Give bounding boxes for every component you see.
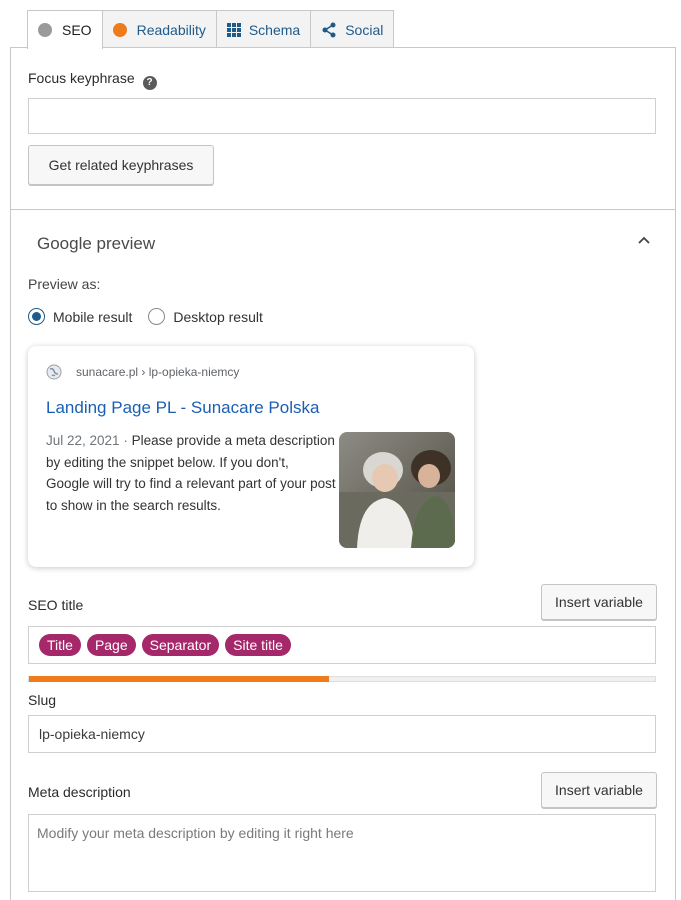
preview-mode-radio-group: Mobile result Desktop result [28,308,263,325]
tab-seo[interactable]: SEO [27,10,103,49]
slug-label: Slug [28,692,57,708]
mobile-result-radio[interactable] [28,308,45,325]
chevron-up-icon[interactable] [637,234,651,248]
schema-grid-icon [226,22,241,37]
snippet-date: Jul 22, 2021 [46,433,120,448]
meta-description-label: Meta description [28,784,131,800]
seo-panel: Focus keyphrase? Get related keyphrases … [10,47,676,900]
tab-readability[interactable]: Readability [101,10,217,48]
mobile-result-label[interactable]: Mobile result [53,309,132,325]
tab-seo-label: SEO [62,22,92,38]
seo-title-length-progress [28,676,656,682]
variable-pill[interactable]: Site title [225,634,291,656]
orange-dot-icon [112,22,127,37]
tab-social[interactable]: Social [310,10,395,48]
seo-title-insert-variable-button[interactable]: Insert variable [541,584,657,620]
desktop-result-radio[interactable] [148,308,166,325]
metabox-tabs: SEO Readability Schema Social [27,10,395,49]
snippet-description-block: Jul 22, 2021 · Please provide a meta des… [46,430,336,516]
seo-title-progress-fill [29,676,330,682]
gray-dot-icon [38,23,52,37]
globe-icon [46,364,62,380]
focus-keyphrase-input[interactable] [28,98,656,134]
tab-readability-label: Readability [136,21,206,38]
focus-keyphrase-label: Focus keyphrase [28,70,135,86]
focus-keyphrase-label-row: Focus keyphrase? [28,70,157,90]
meta-insert-variable-button[interactable]: Insert variable [541,772,657,808]
tab-social-label: Social [345,21,384,38]
variable-pill[interactable]: Title [39,634,81,656]
share-icon [321,22,337,38]
preview-as-label: Preview as: [28,276,101,292]
snippet-date-separator: · [119,433,132,448]
variable-pill[interactable]: Page [86,634,136,656]
snippet-url-row: sunacare.pl › lp-opieka-niemcy [46,364,239,380]
meta-description-textarea[interactable]: Modify your meta description by editing … [28,814,656,892]
google-snippet-card: sunacare.pl › lp-opieka-niemcy Landing P… [28,346,474,567]
seo-title-label: SEO title [28,597,84,613]
desktop-result-label[interactable]: Desktop result [173,309,262,325]
variable-pill[interactable]: Separator [141,634,220,656]
snippet-url: sunacare.pl › lp-opieka-niemcy [76,365,240,379]
focus-keyphrase-section: Focus keyphrase? Get related keyphrases [11,48,675,210]
snippet-thumbnail [339,432,455,548]
slug-input[interactable]: lp-opieka-niemcy [28,715,656,753]
tab-schema[interactable]: Schema [215,10,312,48]
help-icon[interactable]: ? [142,75,157,90]
snippet-title[interactable]: Landing Page PL - Sunacare Polska [46,398,319,418]
tab-schema-label: Schema [248,21,301,38]
google-preview-title[interactable]: Google preview [37,234,155,254]
seo-title-input[interactable]: Title Page Separator Site title [28,626,656,664]
get-related-keyphrases-button[interactable]: Get related keyphrases [28,145,214,185]
